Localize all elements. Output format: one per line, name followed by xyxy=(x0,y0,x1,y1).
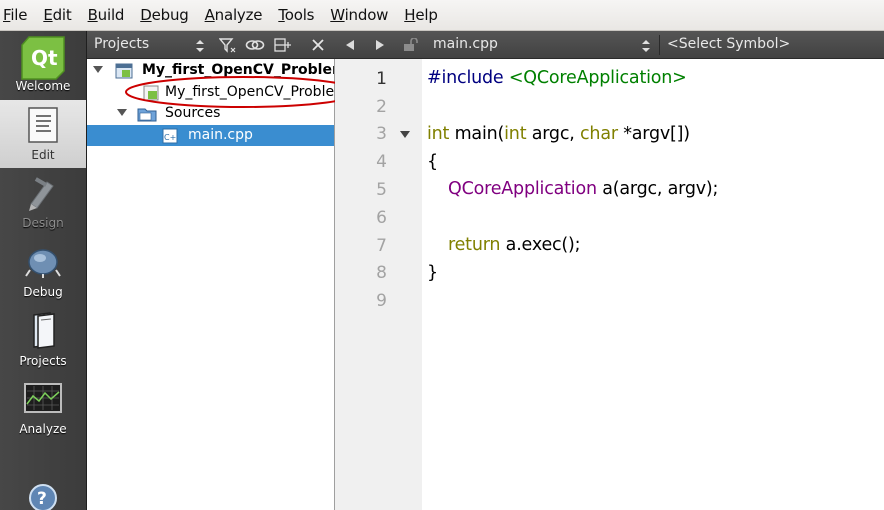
svg-text:Qt: Qt xyxy=(31,46,58,70)
projects-pane-title: Projects xyxy=(94,36,150,52)
line-number-gutter: 1 2 3 4 5 6 7 8 9 xyxy=(335,59,422,510)
mode-help[interactable]: ? xyxy=(0,445,86,510)
code-line-7: return a.exec(); xyxy=(448,235,581,255)
projects-book-icon xyxy=(33,312,55,349)
svg-text:C+: C+ xyxy=(164,133,176,142)
menu-tools[interactable]: Tools xyxy=(278,6,314,24)
main-cpp-label: main.cpp xyxy=(188,127,253,143)
close-icon[interactable] xyxy=(311,38,325,52)
tree-row-main-cpp[interactable]: C+ main.cpp xyxy=(87,125,334,146)
menu-bar: File Edit Build Debug Analyze Tools Wind… xyxy=(0,0,884,31)
mode-sidebar: Qt Welcome Edit Design Debug Projects An… xyxy=(0,31,87,510)
menu-build[interactable]: Build xyxy=(88,6,125,24)
svg-text:?: ? xyxy=(37,489,47,509)
mode-design-label: Design xyxy=(22,216,64,230)
edit-document-icon xyxy=(28,107,58,143)
toolbar-divider xyxy=(659,35,660,55)
menu-edit[interactable]: Edit xyxy=(43,6,71,24)
symbol-selector[interactable]: <Select Symbol> xyxy=(667,36,790,52)
projects-toolbar: Projects xyxy=(87,31,335,59)
line-number: 7 xyxy=(376,236,387,256)
qt-logo-icon: Qt xyxy=(21,36,65,80)
mode-welcome[interactable]: Qt Welcome xyxy=(0,31,86,99)
line-number: 5 xyxy=(376,180,387,200)
code-line-3: int main(int argc, char *argv[]) xyxy=(427,124,690,144)
line-number: 6 xyxy=(376,208,387,228)
sync-link-icon[interactable] xyxy=(245,37,265,53)
mode-edit[interactable]: Edit xyxy=(0,100,86,168)
menu-window[interactable]: Window xyxy=(330,6,388,24)
debug-bug-icon xyxy=(25,249,61,278)
line-number: 4 xyxy=(376,152,387,172)
code-editor[interactable]: #include <QCoreApplication> int main(int… xyxy=(422,59,884,510)
project-tree: My_first_OpenCV_Problem My_first_OpenCV_… xyxy=(87,59,361,510)
code-line-8: } xyxy=(427,263,438,283)
design-pencil-icon xyxy=(29,177,54,211)
chevron-updown-icon[interactable] xyxy=(641,39,651,53)
menu-analyze[interactable]: Analyze xyxy=(205,6,263,24)
filter-icon[interactable] xyxy=(219,37,237,53)
chevron-updown-icon[interactable] xyxy=(195,39,205,53)
mode-analyze-label: Analyze xyxy=(19,422,67,436)
editor-toolbar: main.cpp <Select Symbol> xyxy=(335,31,884,59)
split-add-icon[interactable] xyxy=(274,37,292,53)
mode-welcome-label: Welcome xyxy=(15,79,71,93)
line-number: 8 xyxy=(376,263,387,283)
mode-debug[interactable]: Debug xyxy=(0,238,86,306)
back-arrow-icon[interactable] xyxy=(344,39,356,51)
menu-help[interactable]: Help xyxy=(404,6,438,24)
help-icon: ? xyxy=(29,484,57,510)
fold-marker-icon[interactable] xyxy=(400,131,410,139)
line-number: 9 xyxy=(376,291,387,311)
mode-projects-label: Projects xyxy=(19,354,67,368)
menu-debug[interactable]: Debug xyxy=(140,6,189,24)
mode-edit-label: Edit xyxy=(31,148,55,162)
line-number: 3 xyxy=(376,124,387,144)
forward-arrow-icon[interactable] xyxy=(374,39,386,51)
code-line-1: #include <QCoreApplication> xyxy=(427,68,687,88)
cpp-file-icon: C+ xyxy=(162,128,178,144)
code-line-5: QCoreApplication a(argc, argv); xyxy=(448,179,719,199)
analyze-monitor-icon xyxy=(24,383,62,413)
lock-icon[interactable] xyxy=(403,38,419,52)
current-file-name[interactable]: main.cpp xyxy=(433,36,498,52)
menu-file[interactable]: File xyxy=(3,6,28,24)
annotation-ellipse xyxy=(125,76,361,108)
code-line-4: { xyxy=(427,152,438,172)
line-number: 2 xyxy=(376,97,387,117)
mode-analyze[interactable]: Analyze xyxy=(0,376,86,444)
mode-design[interactable]: Design xyxy=(0,169,86,237)
mode-debug-label: Debug xyxy=(23,285,63,299)
mode-projects[interactable]: Projects xyxy=(0,307,86,375)
expand-arrow-icon[interactable] xyxy=(93,66,103,74)
line-number: 1 xyxy=(376,69,387,89)
